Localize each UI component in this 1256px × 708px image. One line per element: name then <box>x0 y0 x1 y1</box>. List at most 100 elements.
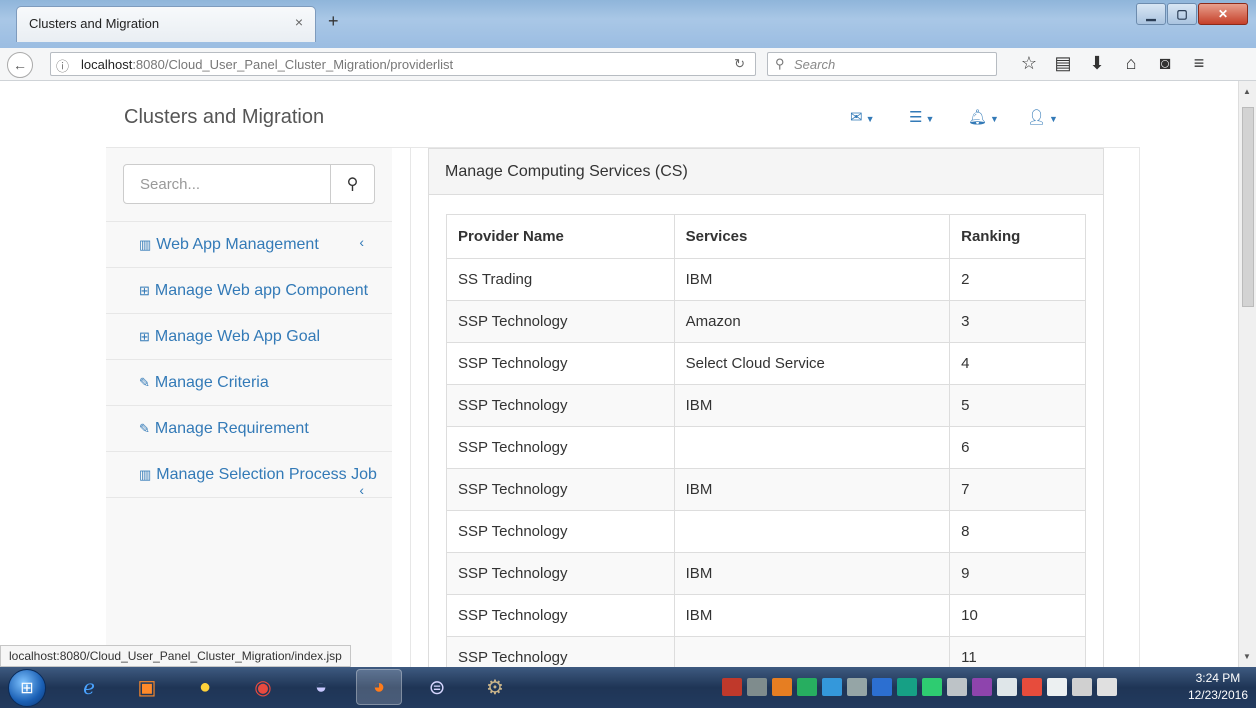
tray-app-icon[interactable] <box>972 678 992 696</box>
search-icon: ⚲ <box>775 56 785 71</box>
taskbar-clock[interactable]: 3:24 PM 12/23/2016 <box>1188 670 1248 704</box>
cell-ranking: 10 <box>949 594 1086 637</box>
header-icons: ✉ ▼ ☰ ▼ 🔔︎ ▼ 👤︎ ▼ <box>850 108 1086 126</box>
sidebar-item-manage-selection-process-job[interactable]: ▥ Manage Selection Process Job ‹ <box>106 452 392 498</box>
cell-provider: SSP Technology <box>446 426 675 469</box>
cell-provider: SSP Technology <box>446 468 675 511</box>
browser-tab[interactable]: Clusters and Migration × <box>16 6 316 42</box>
start-button[interactable]: ⊞ <box>8 669 46 707</box>
table-row: SSP Technology IBM 9 <box>446 552 1086 595</box>
user-icon[interactable]: 👤︎ ▼ <box>1027 108 1086 126</box>
power-icon[interactable] <box>1072 678 1092 696</box>
cell-provider: SS Trading <box>446 258 675 301</box>
page-scrollbar[interactable]: ▲ ▼ <box>1238 81 1256 667</box>
menu-icon[interactable]: ≡ <box>1182 53 1216 74</box>
sidebar-search-button[interactable]: ⚲ <box>330 165 374 203</box>
scroll-up-arrow-icon[interactable]: ▲ <box>1243 87 1251 96</box>
cell-provider: SSP Technology <box>446 594 675 637</box>
paint-icon[interactable]: ● <box>182 669 228 705</box>
bar-chart-icon: ▥ <box>139 467 152 482</box>
chevron-left-icon[interactable]: ‹ <box>359 234 364 250</box>
taskbar: ⊞ ℯ ▣ ● ◉ ◒ ◕ ⊜ ⚙ 3:24 PM 12/23/2016 <box>0 667 1256 708</box>
tray-app-icon[interactable] <box>722 678 742 696</box>
browser-titlebar: Clusters and Migration × + ▁ ▢ ✕ <box>0 0 1256 48</box>
tray-app-icon[interactable] <box>797 678 817 696</box>
minimize-button[interactable]: ▁ <box>1136 3 1166 25</box>
table-icon: ⊞ <box>139 283 150 298</box>
tray-app-icon[interactable] <box>922 678 942 696</box>
sidebar-item-web-app-management[interactable]: ▥ Web App Management ‹ <box>106 222 392 268</box>
table-icon: ⊞ <box>139 329 150 344</box>
sidebar-item-label: Manage Selection Process Job <box>156 466 377 483</box>
browser-search-placeholder: Search <box>794 57 836 72</box>
reading-list-icon[interactable]: ▤ <box>1046 53 1080 74</box>
sidebar-item-manage-criteria[interactable]: ✎ Manage Criteria <box>106 360 392 406</box>
cell-service: IBM <box>673 384 951 427</box>
tray-app-icon[interactable] <box>772 678 792 696</box>
maximize-button[interactable]: ▢ <box>1167 3 1197 25</box>
cell-ranking: 11 <box>949 636 1086 667</box>
cell-service: IBM <box>673 468 951 511</box>
firefox-icon[interactable]: ◕ <box>356 669 402 705</box>
tab-close-icon[interactable]: × <box>295 14 303 30</box>
tasks-icon[interactable]: ☰ ▼ <box>909 108 968 126</box>
netbeans-icon[interactable]: ⊜ <box>414 669 460 705</box>
media-player-icon[interactable]: ▣ <box>124 669 170 705</box>
sidebar-item-manage-web-app-goal[interactable]: ⊞ Manage Web App Goal <box>106 314 392 360</box>
cell-service: IBM <box>673 552 951 595</box>
table-row: SSP Technology IBM 10 <box>446 594 1086 637</box>
cell-ranking: 2 <box>949 258 1086 301</box>
settings-app-icon[interactable]: ⚙ <box>472 669 518 705</box>
tray-app-icon[interactable] <box>897 678 917 696</box>
brand-title[interactable]: Clusters and Migration <box>124 106 324 129</box>
scrollbar-thumb[interactable] <box>1242 107 1254 307</box>
sidebar-menu: ▥ Web App Management ‹ ⊞ Manage Web app Co… <box>106 221 392 498</box>
back-button[interactable]: ← <box>7 52 33 78</box>
volume-icon[interactable] <box>1097 678 1117 696</box>
envelope-icon[interactable]: ✉ ▼ <box>850 108 909 126</box>
browser-search-box[interactable]: ⚲ Search <box>767 52 997 76</box>
tray-app-icon[interactable] <box>947 678 967 696</box>
internet-explorer-icon[interactable]: ℯ <box>66 669 112 705</box>
cell-provider: SSP Technology <box>446 510 675 553</box>
url-text[interactable]: localhost:8080/Cloud_User_Panel_Cluster_… <box>81 57 453 72</box>
pocket-icon[interactable]: ◙ <box>1148 53 1182 74</box>
scroll-down-arrow-icon[interactable]: ▼ <box>1243 652 1251 661</box>
sidebar-item-label: Web App Management <box>156 236 319 253</box>
bluetooth-icon[interactable] <box>872 678 892 696</box>
back-arrow-icon: ← <box>13 57 27 73</box>
tray-app-icon[interactable] <box>747 678 767 696</box>
chevron-left-icon[interactable]: ‹ <box>359 482 364 498</box>
panel-heading: Manage Computing Services (CS) <box>429 149 1103 195</box>
new-tab-button[interactable]: + <box>328 11 339 32</box>
tray-app-icon[interactable] <box>847 678 867 696</box>
table-row: SSP Technology 6 <box>446 426 1086 469</box>
star-icon[interactable]: ☆ <box>1012 53 1046 74</box>
cell-ranking: 4 <box>949 342 1086 385</box>
info-icon[interactable]: ⓘ <box>56 56 69 75</box>
eclipse-icon[interactable]: ◒ <box>298 669 344 705</box>
sidebar-item-manage-requirement[interactable]: ✎ Manage Requirement <box>106 406 392 452</box>
table-row: SSP Technology IBM 7 <box>446 468 1086 511</box>
tray-app-icon[interactable] <box>1022 678 1042 696</box>
cell-ranking: 3 <box>949 300 1086 343</box>
cell-ranking: 5 <box>949 384 1086 427</box>
sidebar-search-input[interactable]: Search... <box>140 176 200 193</box>
network-signal-icon[interactable] <box>997 678 1017 696</box>
browser-navbar: ← ⓘ localhost:8080/Cloud_User_Panel_Clus… <box>0 48 1256 81</box>
sidebar-item-label: Manage Criteria <box>154 374 269 391</box>
action-center-flag-icon[interactable] <box>1047 678 1067 696</box>
address-bar[interactable]: ⓘ localhost:8080/Cloud_User_Panel_Cluste… <box>50 52 756 76</box>
reload-icon[interactable]: ↻ <box>734 56 745 72</box>
home-icon[interactable]: ⌂ <box>1114 53 1148 74</box>
window-controls: ▁ ▢ ✕ <box>1135 3 1248 25</box>
tray-app-icon[interactable] <box>822 678 842 696</box>
download-icon[interactable]: ⬇ <box>1080 53 1114 74</box>
chrome-icon[interactable]: ◉ <box>240 669 286 705</box>
table-row: SSP Technology 11 <box>446 636 1086 667</box>
url-host: localhost <box>81 57 133 72</box>
bell-icon[interactable]: 🔔︎ ▼ <box>968 108 1027 126</box>
close-window-button[interactable]: ✕ <box>1198 3 1248 25</box>
table-row: SSP Technology 8 <box>446 510 1086 553</box>
sidebar-item-manage-web-app-component[interactable]: ⊞ Manage Web app Component <box>106 268 392 314</box>
